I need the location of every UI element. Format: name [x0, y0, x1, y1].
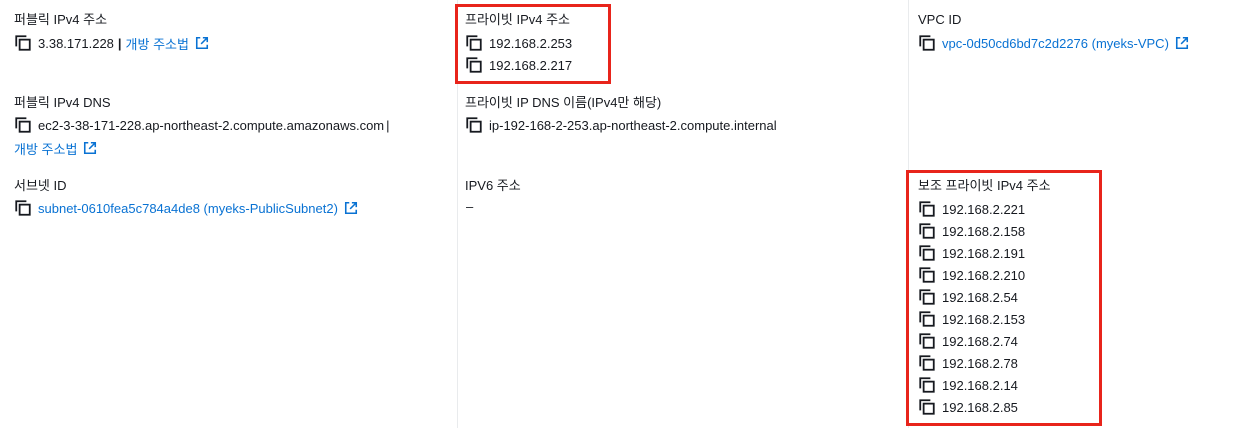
separator: | [117, 35, 122, 51]
copy-icon[interactable] [465, 116, 483, 134]
ip-address-value: 192.168.2.14 [942, 377, 1018, 393]
public-dns-value: ec2-3-38-171-228.ap-northeast-2.compute.… [38, 117, 385, 133]
ip-address-value: 192.168.2.153 [942, 311, 1026, 327]
ip-list-item: 192.168.2.158 [918, 221, 1025, 241]
copy-icon[interactable] [918, 376, 936, 394]
external-link-icon[interactable] [1175, 36, 1189, 50]
private-ipv4-label: 프라이빗 IPv4 주소 [465, 12, 570, 27]
external-link-icon[interactable] [195, 36, 209, 50]
public-dns-label: 퍼블릭 IPv4 DNS [14, 95, 111, 110]
ip-address-value: 192.168.2.85 [942, 399, 1018, 415]
copy-icon[interactable] [465, 34, 483, 52]
subnet-label: 서브넷 ID [14, 178, 67, 193]
separator: | [386, 117, 390, 133]
ip-address-value: 192.168.2.78 [942, 355, 1018, 371]
public-dns-link-row: 개방 주소법 [14, 138, 97, 158]
open-address-link[interactable]: 개방 주소법 [14, 139, 77, 158]
public-dns-row: ec2-3-38-171-228.ap-northeast-2.compute.… [14, 115, 390, 135]
copy-icon[interactable] [14, 199, 32, 217]
copy-icon[interactable] [465, 56, 483, 74]
external-link-icon[interactable] [344, 201, 358, 215]
copy-icon[interactable] [918, 200, 936, 218]
ip-list-item: 192.168.2.85 [918, 397, 1018, 417]
ip-list-item: 192.168.2.14 [918, 375, 1018, 395]
ip-list-item: 192.168.2.253 [465, 33, 572, 53]
ip-list-item: 192.168.2.78 [918, 353, 1018, 373]
external-link-icon[interactable] [83, 141, 97, 155]
copy-icon[interactable] [918, 266, 936, 284]
subnet-link[interactable]: subnet-0610fea5c784a4de8 (myeks-PublicSu… [38, 201, 338, 216]
copy-icon[interactable] [918, 354, 936, 372]
ip-list-item: 192.168.2.210 [918, 265, 1025, 285]
public-ipv4-value: 3.38.171.228 [38, 35, 114, 51]
copy-icon[interactable] [918, 222, 936, 240]
private-dns-value: ip-192-168-2-253.ap-northeast-2.compute.… [489, 117, 777, 133]
ip-address-value: 192.168.2.217 [489, 57, 573, 73]
ip-list-item: 192.168.2.74 [918, 331, 1018, 351]
ip-address-value: 192.168.2.210 [942, 267, 1026, 283]
copy-icon[interactable] [14, 116, 32, 134]
vpc-link[interactable]: vpc-0d50cd6bd7c2d2276 (myeks-VPC) [942, 36, 1169, 51]
vpc-label: VPC ID [918, 12, 962, 27]
ip-list-item: 192.168.2.217 [465, 55, 572, 75]
ip-address-value: 192.168.2.253 [489, 35, 573, 51]
public-ipv4-label: 퍼블릭 IPv4 주소 [14, 12, 108, 27]
copy-icon[interactable] [918, 310, 936, 328]
private-dns-row: ip-192-168-2-253.ap-northeast-2.compute.… [465, 115, 777, 135]
ipv6-label: IPV6 주소 [465, 178, 521, 193]
private-dns-label: 프라이빗 IP DNS 이름(IPv4만 해당) [465, 95, 662, 110]
copy-icon[interactable] [14, 34, 32, 52]
ip-address-value: 192.168.2.158 [942, 223, 1026, 239]
ip-list-item: 192.168.2.191 [918, 243, 1025, 263]
ip-address-value: 192.168.2.54 [942, 289, 1018, 305]
public-ipv4-row: 3.38.171.228 | 개방 주소법 [14, 33, 209, 53]
ip-address-value: 192.168.2.221 [942, 201, 1026, 217]
secondary-ipv4-label: 보조 프라이빗 IPv4 주소 [918, 178, 1051, 193]
copy-icon[interactable] [918, 34, 936, 52]
subnet-row: subnet-0610fea5c784a4de8 (myeks-PublicSu… [14, 198, 358, 218]
ip-address-value: 192.168.2.191 [942, 245, 1026, 261]
open-address-link[interactable]: 개방 주소법 [126, 34, 189, 53]
copy-icon[interactable] [918, 288, 936, 306]
ipv6-value: – [466, 199, 474, 214]
vpc-row: vpc-0d50cd6bd7c2d2276 (myeks-VPC) [918, 33, 1189, 53]
copy-icon[interactable] [918, 398, 936, 416]
ip-address-value: 192.168.2.74 [942, 333, 1018, 349]
ip-list-item: 192.168.2.153 [918, 309, 1025, 329]
copy-icon[interactable] [918, 332, 936, 350]
copy-icon[interactable] [918, 244, 936, 262]
ip-list-item: 192.168.2.221 [918, 199, 1025, 219]
ip-list-item: 192.168.2.54 [918, 287, 1018, 307]
